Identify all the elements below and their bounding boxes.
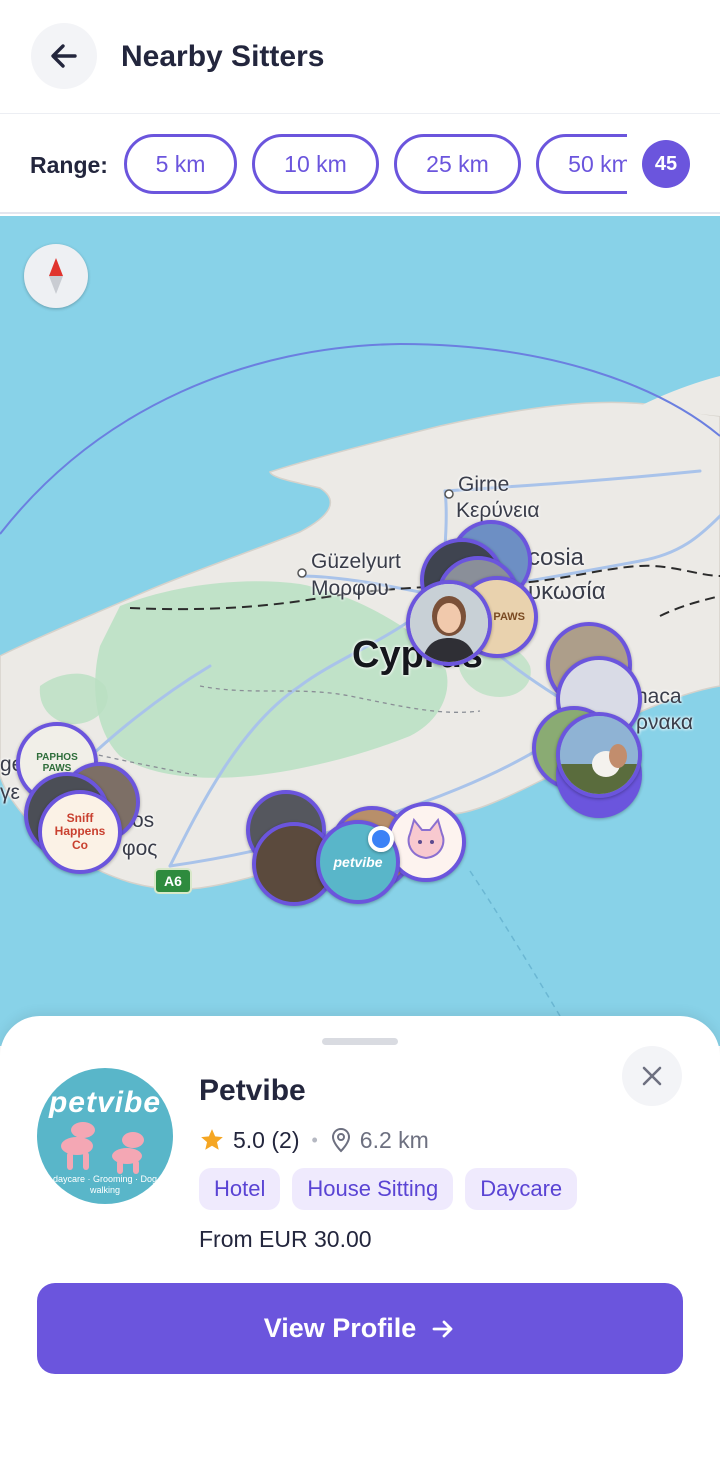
back-button[interactable] xyxy=(31,23,97,89)
map-view[interactable]: Girne Κερύνεια cosia υκωσία Güzelyurt Μο… xyxy=(0,216,720,1046)
road-shield-a6: A6 xyxy=(154,868,192,894)
arrow-left-icon xyxy=(51,44,77,68)
avatar-brand-subtext: daycare · Grooming · Dog walking xyxy=(52,1174,158,1195)
service-tag-house-sitting: House Sitting xyxy=(292,1168,454,1210)
compass-icon xyxy=(49,258,63,294)
sitter-name: Petvibe xyxy=(199,1074,306,1107)
price-text: From EUR 30.00 xyxy=(199,1226,372,1252)
app-header: Nearby Sitters xyxy=(0,0,720,114)
range-chip-5km[interactable]: 5 km xyxy=(124,134,237,194)
range-value-badge[interactable]: 45 xyxy=(642,140,690,188)
separator-dot: • xyxy=(311,1129,318,1150)
view-profile-label: View Profile xyxy=(263,1313,417,1343)
compass-button[interactable] xyxy=(24,244,88,308)
sitter-avatar: petvibe daycare · Grooming · Dog walking xyxy=(37,1068,173,1204)
dog-photo-icon xyxy=(560,716,638,794)
service-tags: Hotel House Sitting Daycare xyxy=(199,1168,578,1210)
range-chip-10km[interactable]: 10 km xyxy=(252,134,379,194)
sitter-detail-sheet: petvibe daycare · Grooming · Dog walking… xyxy=(0,1016,720,1476)
map-label-guzelyurt: Güzelyurt xyxy=(311,550,401,573)
avatar-brand-text: petvibe xyxy=(48,1086,162,1119)
current-location-dot xyxy=(368,826,394,852)
pin-text-sniff-happens: Sniff Happens Co xyxy=(54,811,106,852)
rating-row: 5.0 (2) • 6.2 km xyxy=(199,1124,429,1156)
service-tag-hotel: Hotel xyxy=(199,1168,281,1210)
map-label-morfou: Μορφου xyxy=(311,577,389,600)
view-profile-button[interactable]: View Profile xyxy=(37,1283,683,1374)
close-icon xyxy=(642,1066,662,1086)
person-portrait-icon xyxy=(410,584,488,662)
range-chip-25km[interactable]: 25 km xyxy=(394,134,521,194)
arrow-right-icon xyxy=(432,1320,453,1337)
star-icon xyxy=(201,1129,223,1150)
map-label-edge-b: γε xyxy=(0,781,20,804)
range-selector: Range: 5 km 10 km 25 km 50 km 45 xyxy=(0,114,720,214)
sitter-pin-selected-photo[interactable] xyxy=(406,580,492,666)
map-label-keryneia: Κερύνεια xyxy=(456,499,540,522)
close-button[interactable] xyxy=(622,1046,682,1106)
map-label-larnaca: naca xyxy=(636,685,682,708)
cat-illustration-icon xyxy=(407,817,445,860)
service-tag-daycare: Daycare xyxy=(465,1168,578,1210)
location-pin-icon xyxy=(331,1127,350,1153)
map-label-pafos: φος xyxy=(122,837,158,860)
sitter-pin[interactable] xyxy=(556,712,642,798)
rating-value: 5.0 (2) xyxy=(233,1126,300,1153)
map-label-nicosia: cosia xyxy=(528,544,585,571)
distance-value: 6.2 km xyxy=(359,1126,429,1153)
page-title: Nearby Sitters xyxy=(121,40,325,73)
map-label-girne: Girne xyxy=(458,473,510,496)
range-chips: 5 km 10 km 25 km 50 km xyxy=(124,134,627,196)
range-chip-50km[interactable]: 50 km xyxy=(536,134,627,194)
map-label-lefkosia: υκωσία xyxy=(528,578,606,605)
sheet-drag-handle[interactable] xyxy=(322,1038,398,1045)
sitter-pin-sniff-happens[interactable]: Sniff Happens Co xyxy=(38,790,122,874)
pin-text-petvibe: petvibe xyxy=(333,854,383,870)
map-label-larnaka: ρνακα xyxy=(636,711,693,734)
range-label: Range: xyxy=(30,152,108,178)
